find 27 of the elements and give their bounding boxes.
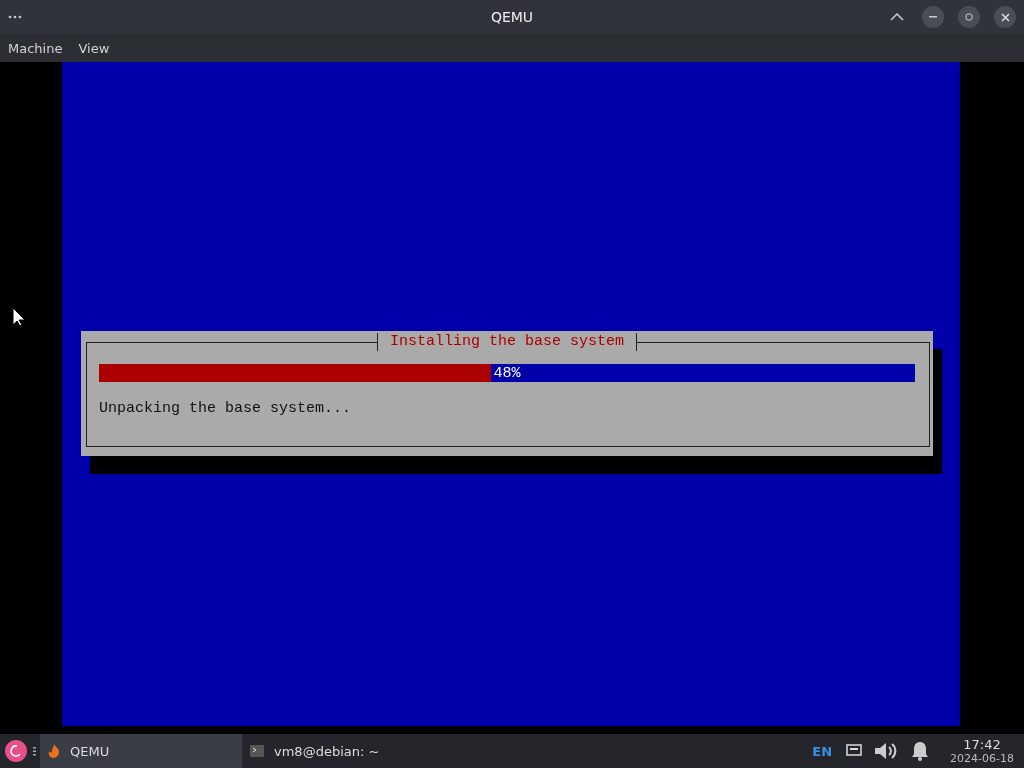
minimize-icon [929,16,937,18]
mouse-pointer-icon [12,307,26,327]
status-message: Unpacking the base system... [99,400,353,417]
taskbar-item[interactable]: QEMU [40,734,242,768]
more-icon[interactable] [8,15,22,19]
clock-date: 2024-06-18 [950,751,1014,765]
clock-time: 17:42 [963,737,1001,752]
taskbar-item[interactable]: vm8@debian: ~ [242,734,402,768]
maximize-button[interactable] [958,6,980,28]
minimize-button[interactable] [922,6,944,28]
dialog-title: Installing the base system [376,333,637,351]
volume-icon[interactable] [874,741,899,761]
chevron-up-icon [890,13,904,21]
bell-icon[interactable] [910,741,931,761]
close-button[interactable] [994,6,1016,28]
window-title: QEMU [490,9,534,25]
close-icon [1000,12,1010,22]
network-icon[interactable] [846,744,863,758]
debian-logo-icon[interactable] [5,740,27,762]
menu-item[interactable]: View [78,40,110,56]
maximize-icon [965,13,973,21]
keyboard-layout[interactable]: EN [812,743,833,759]
terminal-icon [250,745,264,757]
handle-icon [33,746,36,756]
flame-icon [48,744,60,758]
menu-item[interactable]: Machine [8,40,63,56]
progress-percent: 48% [493,364,521,382]
